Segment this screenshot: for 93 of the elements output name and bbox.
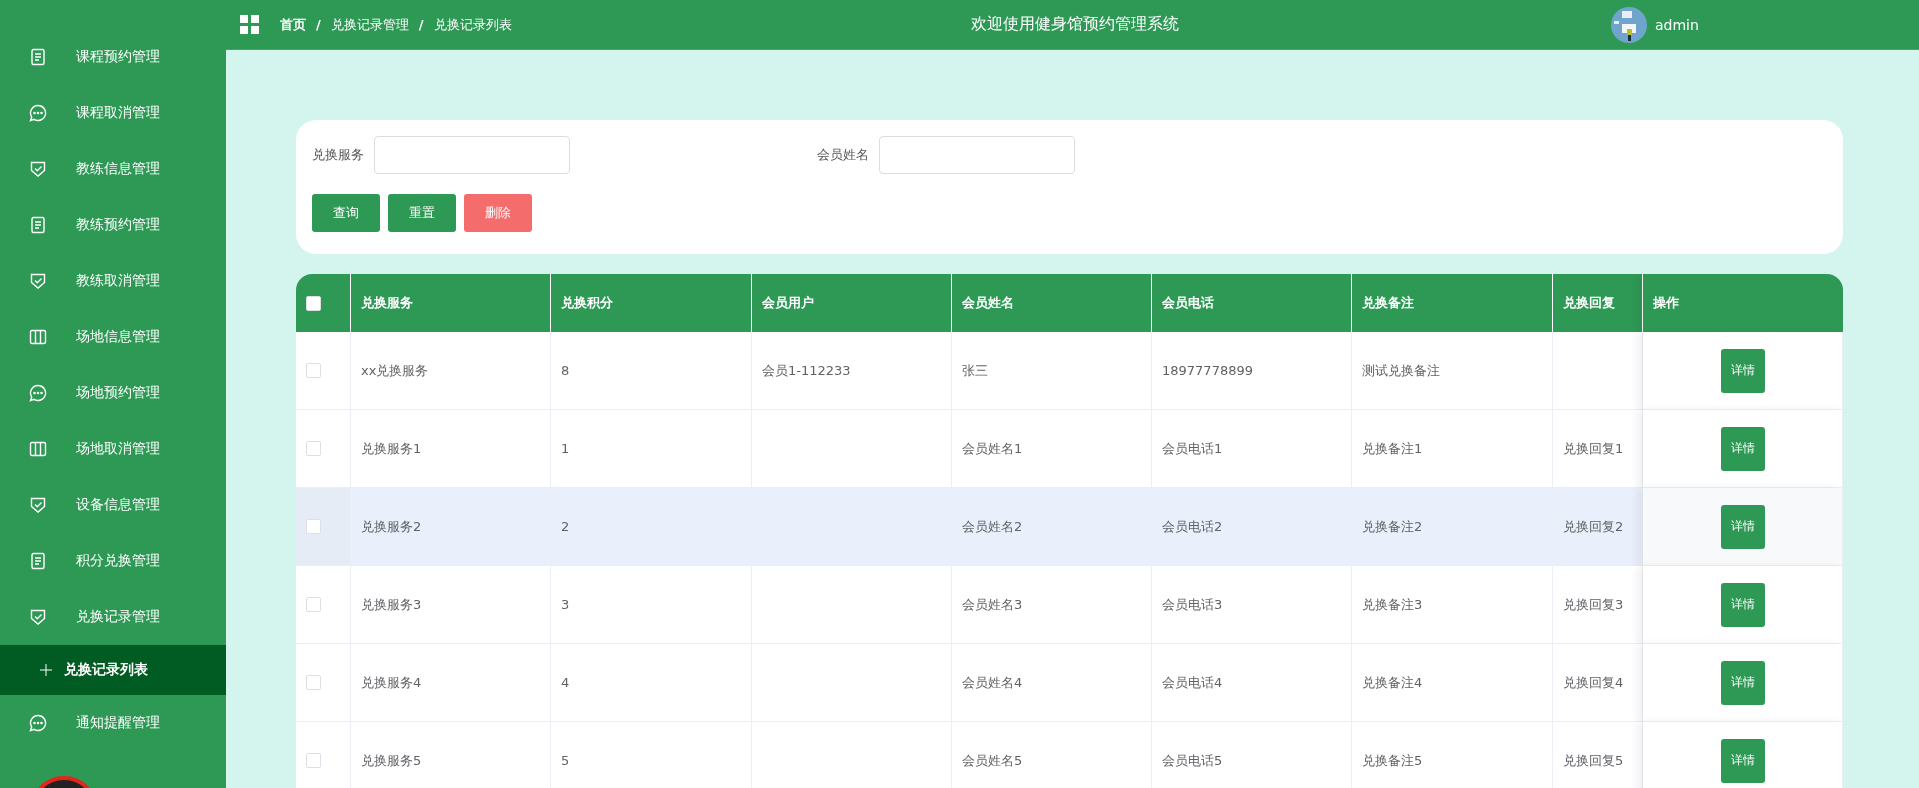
column-header[interactable]: 兑换备注: [1352, 274, 1553, 332]
input-field[interactable]: [374, 136, 570, 174]
sidebar-item[interactable]: 通知提醒管理: [0, 695, 226, 751]
columns-icon: [29, 440, 47, 458]
sidebar-item[interactable]: 教练预约管理: [0, 197, 226, 253]
details-button[interactable]: 详情: [1720, 426, 1765, 471]
table-cell: 兑换服务1: [351, 410, 551, 488]
row-checkbox[interactable]: [306, 519, 321, 534]
table-cell: 兑换回复4: [1553, 644, 1643, 722]
table-cell: 1: [551, 410, 752, 488]
columns-icon: [29, 328, 47, 346]
sidebar-item[interactable]: 课程预约管理: [0, 29, 226, 85]
shield-icon: [29, 160, 47, 178]
table-cell: 会员电话1: [1152, 410, 1352, 488]
row-checkbox[interactable]: [306, 753, 321, 768]
grid-icon[interactable]: [240, 14, 260, 35]
table-cell: 兑换回复1: [1553, 410, 1643, 488]
user-name[interactable]: admin: [1655, 16, 1699, 33]
table-cell: 会员电话3: [1152, 566, 1352, 644]
page-title: 欢迎使用健身馆预约管理系统: [971, 14, 1179, 35]
details-button[interactable]: 详情: [1720, 348, 1765, 393]
table-cell: 兑换回复3: [1553, 566, 1643, 644]
breadcrumb-link[interactable]: 兑换记录列表: [433, 15, 512, 34]
column-header[interactable]: 兑换回复: [1553, 274, 1643, 332]
column-header[interactable]: 兑换服务: [351, 274, 551, 332]
details-button[interactable]: 详情: [1720, 504, 1765, 549]
sidebar-item[interactable]: 教练取消管理: [0, 253, 226, 309]
details-button[interactable]: 详情: [1720, 738, 1765, 783]
sidebar-item[interactable]: 设备信息管理: [0, 477, 226, 533]
document-icon: [29, 552, 47, 570]
sidebar-subitem[interactable]: 兑换记录列表: [0, 645, 226, 695]
delete-button[interactable]: 删除: [464, 194, 532, 232]
shield-icon: [29, 272, 47, 290]
action-button[interactable]: 重置: [388, 194, 456, 232]
chat-icon: [29, 714, 47, 732]
breadcrumb-separator: /: [316, 17, 321, 32]
document-icon: [29, 48, 47, 66]
breadcrumb-link[interactable]: 首页: [280, 15, 306, 34]
row-checkbox[interactable]: [306, 441, 321, 456]
table-cell: 兑换服务2: [351, 488, 551, 566]
sidebar-item[interactable]: 兑换记录管理: [0, 589, 226, 645]
table-cell: 会员姓名1: [952, 410, 1152, 488]
column-header[interactable]: 会员姓名: [952, 274, 1152, 332]
field-label: 兑换服务: [312, 146, 364, 164]
select-all-checkbox[interactable]: [306, 295, 321, 311]
details-button[interactable]: 详情: [1720, 660, 1765, 705]
sidebar-item[interactable]: 场地信息管理: [0, 309, 226, 365]
row-checkbox[interactable]: [306, 597, 321, 612]
table-cell: 8: [551, 332, 752, 410]
input-field[interactable]: [879, 136, 1075, 174]
shield-icon: [29, 608, 47, 626]
column-header[interactable]: 会员电话: [1152, 274, 1352, 332]
shield-icon: [29, 496, 47, 514]
table-cell: 兑换服务3: [351, 566, 551, 644]
table-cell: 兑换备注1: [1352, 410, 1553, 488]
table-cell: 兑换备注3: [1352, 566, 1553, 644]
column-header[interactable]: 会员用户: [752, 274, 952, 332]
action-button[interactable]: 查询: [312, 194, 380, 232]
table-cell: 18977778899: [1152, 332, 1352, 410]
table-cell: 兑换备注4: [1352, 644, 1553, 722]
field-label: 会员姓名: [817, 146, 869, 164]
table-cell: 兑换回复2: [1553, 488, 1643, 566]
table-cell: 2: [551, 488, 752, 566]
table-cell: 测试兑换备注: [1352, 332, 1553, 410]
sidebar-item[interactable]: 课程取消管理: [0, 85, 226, 141]
chat-icon: [29, 104, 47, 122]
avatar[interactable]: [1611, 6, 1647, 43]
table-cell: 会员电话4: [1152, 644, 1352, 722]
table-cell: 会员1-112233: [752, 332, 952, 410]
sidebar-item[interactable]: 教练信息管理: [0, 141, 226, 197]
table-cell: 兑换服务4: [351, 644, 551, 722]
sidebar-item[interactable]: 场地预约管理: [0, 365, 226, 421]
sidebar-item[interactable]: 积分兑换管理: [0, 533, 226, 589]
column-header[interactable]: 操作: [1643, 274, 1843, 332]
table-cell: 会员姓名4: [952, 644, 1152, 722]
document-icon: [29, 216, 47, 234]
table-cell: 4: [551, 644, 752, 722]
table-cell: 会员姓名2: [952, 488, 1152, 566]
table-cell: 兑换备注2: [1352, 488, 1553, 566]
breadcrumb-separator: /: [418, 17, 424, 32]
breadcrumb-link[interactable]: 兑换记录管理: [330, 15, 409, 34]
sidebar-item[interactable]: 场地取消管理: [0, 421, 226, 477]
plus-icon: [40, 664, 52, 676]
row-checkbox[interactable]: [306, 363, 321, 378]
table-cell: 会员电话2: [1152, 488, 1352, 566]
table-cell: 3: [551, 566, 752, 644]
chat-icon: [29, 384, 47, 402]
table-cell: 张三: [952, 332, 1152, 410]
row-checkbox[interactable]: [306, 675, 321, 690]
column-header[interactable]: 兑换积分: [551, 274, 752, 332]
table-cell: 会员姓名3: [952, 566, 1152, 644]
table-cell: xx兑换服务: [351, 332, 551, 410]
details-button[interactable]: 详情: [1720, 582, 1765, 627]
